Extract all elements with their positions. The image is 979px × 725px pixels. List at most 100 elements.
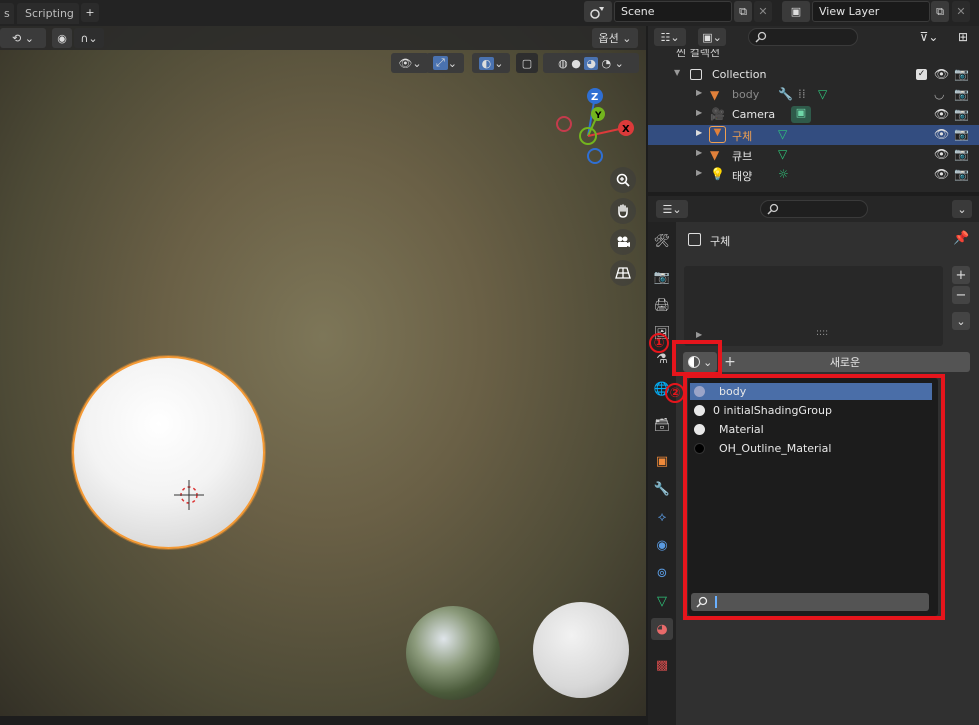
close-scene-icon[interactable]: ✕ xyxy=(754,1,772,22)
new-collection-icon[interactable]: ⊞ xyxy=(953,28,973,46)
filter-icon[interactable]: ⊽⌄ xyxy=(912,28,946,46)
visibility-icon[interactable]: 👁⌄ xyxy=(391,53,429,73)
expand-triangle-icon[interactable]: ▶ xyxy=(696,168,702,177)
gizmo-icon[interactable]: ⤢ ⌄ xyxy=(426,53,464,73)
diffuse-preview-sphere xyxy=(533,602,629,698)
constraints-tab-icon[interactable]: ⊚ xyxy=(651,562,673,584)
search-icon xyxy=(755,31,767,43)
new-material-button[interactable]: 새로운 xyxy=(720,352,970,372)
eye-icon[interactable]: 👁 xyxy=(934,67,949,81)
render-camera-icon[interactable]: 📷 xyxy=(954,67,969,81)
eye-icon[interactable]: 👁 xyxy=(934,167,949,181)
outliner-label: Collection xyxy=(712,68,767,81)
mesh-data-icon: ▽ xyxy=(818,87,828,101)
expand-triangle-icon[interactable]: ▶ xyxy=(696,148,702,157)
solid-shading-icon[interactable]: ● xyxy=(571,57,581,70)
wireframe-shading-icon[interactable]: ◍ xyxy=(558,57,568,70)
selected-sphere-object[interactable] xyxy=(72,356,265,549)
expand-triangle-icon[interactable]: ▶ xyxy=(696,88,702,97)
proportional-edit-icon[interactable]: ◉ xyxy=(52,28,72,48)
rendered-shading-icon[interactable]: ◔ xyxy=(602,57,612,70)
options-chevron-icon[interactable]: ⌄ xyxy=(952,200,972,218)
outliner-row-sun[interactable]: ▶ 💡 태양 ☼ 👁 📷 xyxy=(648,165,979,185)
close-view-layer-icon[interactable]: ✕ xyxy=(952,1,970,22)
outliner-row-sphere[interactable]: ▶ ▼ 구체 ▽ 👁 📷 xyxy=(648,125,979,145)
render-tab-icon[interactable]: 📷 xyxy=(651,266,673,288)
camera-view-icon[interactable] xyxy=(610,229,636,255)
particles-tab-icon[interactable]: ⟡ xyxy=(651,506,673,528)
editor-type-icon[interactable]: ☰⌄ xyxy=(656,200,688,218)
options-dropdown[interactable]: 옵션 ⌄ xyxy=(592,28,638,48)
workspace-tab-scripting[interactable]: Scripting xyxy=(17,3,79,24)
eye-icon[interactable]: 👁 xyxy=(934,147,949,161)
outliner-label: Camera xyxy=(732,108,776,121)
exclude-checkbox[interactable]: ✓ xyxy=(916,69,927,80)
tool-tab-icon[interactable]: 🛠 xyxy=(651,230,673,252)
render-camera-icon[interactable]: 📷 xyxy=(954,167,969,181)
properties-search-input[interactable] xyxy=(760,200,868,218)
scene-selector-icon[interactable] xyxy=(584,1,612,22)
physics-tab-icon[interactable]: ◉ xyxy=(651,534,673,556)
overlay-icon[interactable]: ◐ ⌄ xyxy=(472,53,510,73)
collection-tab-icon[interactable]: 🗃 xyxy=(651,414,673,436)
add-workspace-button[interactable]: + xyxy=(81,3,99,22)
collection-icon xyxy=(690,69,702,80)
view-layer-field[interactable]: View Layer xyxy=(812,1,930,22)
top-bar: s Scripting + Scene ⧉ ✕ ▣ View Layer ⧉ ✕ xyxy=(0,0,979,26)
render-camera-icon[interactable]: 📷 xyxy=(954,87,969,101)
pan-hand-icon[interactable] xyxy=(610,198,636,224)
outliner-label: 큐브 xyxy=(732,150,753,163)
view-layer-icon[interactable]: ▣ xyxy=(782,1,810,22)
viewport-bottom-strip xyxy=(0,716,646,725)
viewport-header: ⟲ ⌄ ◉ ∩⌄ 옵션 ⌄ xyxy=(0,26,646,50)
slot-specials-button[interactable]: ⌄ xyxy=(952,312,970,330)
collapse-triangle-icon[interactable]: ▼ xyxy=(674,68,680,77)
expand-triangle-icon[interactable]: ▶ xyxy=(696,128,702,137)
mesh-data-icon: ▽ xyxy=(778,147,788,161)
outliner-row-cube[interactable]: ▶ ▼ 큐브 ▽ 👁 📷 xyxy=(648,145,979,165)
add-slot-button[interactable]: + xyxy=(952,266,970,284)
eye-icon[interactable]: 👁 xyxy=(934,127,949,141)
falloff-icon[interactable]: ∩⌄ xyxy=(74,28,104,48)
xray-icon[interactable]: ▢ xyxy=(516,53,538,73)
remove-slot-button[interactable]: − xyxy=(952,286,970,304)
shading-mode-group[interactable]: ◍ ● ◕ ◔ ⌄ xyxy=(543,53,639,73)
outliner-row-body[interactable]: ▶ ▼ body 🔧 ⁞⁞ ▽ ◡ 📷 xyxy=(648,85,979,105)
snap-icon[interactable]: ⟲ ⌄ xyxy=(0,28,46,48)
render-camera-icon[interactable]: 📷 xyxy=(954,147,969,161)
outliner-view-icon[interactable]: ▣⌄ xyxy=(698,28,726,46)
outliner-row-camera[interactable]: ▶ 🎥 Camera ▣ 👁 📷 xyxy=(648,105,979,125)
copy-view-layer-icon[interactable]: ⧉ xyxy=(931,1,949,22)
object-tab-icon[interactable]: ▣ xyxy=(651,450,673,472)
pin-icon[interactable]: 📌 xyxy=(953,231,969,246)
expand-triangle-icon[interactable]: ▶ xyxy=(696,108,702,117)
mesh-object-icon: ▼ xyxy=(710,88,720,102)
material-slot-list[interactable]: ▶ :::: xyxy=(684,266,943,346)
annotation-marker-1: ① xyxy=(649,333,669,353)
outliner-search-input[interactable] xyxy=(748,28,858,46)
workspace-tab-partial[interactable]: s xyxy=(0,3,14,24)
new-material-plus-icon[interactable]: + xyxy=(722,352,738,372)
perspective-grid-icon[interactable] xyxy=(610,260,636,286)
material-tab-icon[interactable]: ◕ xyxy=(651,618,673,640)
outliner-display-mode-icon[interactable]: ☷⌄ xyxy=(654,28,686,46)
zoom-icon[interactable] xyxy=(610,167,636,193)
copy-scene-icon[interactable]: ⧉ xyxy=(734,1,752,22)
eye-icon[interactable]: 👁 xyxy=(934,107,949,121)
render-camera-icon[interactable]: 📷 xyxy=(954,107,969,121)
3d-viewport[interactable]: ⟲ ⌄ ◉ ∩⌄ 옵션 ⌄ 👁⌄ ⤢ ⌄ ◐ ⌄ ▢ ◍ ● ◕ ◔ ⌄ Z Y X xyxy=(0,26,646,716)
data-tab-icon[interactable]: ▽ xyxy=(651,590,673,612)
eye-hidden-icon[interactable]: ◡ xyxy=(934,87,944,101)
scene-name-field[interactable]: Scene xyxy=(614,1,732,22)
modifier-tab-icon[interactable]: 🔧 xyxy=(651,478,673,500)
outliner-row-scene-collection[interactable]: 씬 컬렉션 xyxy=(648,49,979,61)
outliner-row-collection[interactable]: ▼ Collection ✓ 👁 📷 xyxy=(648,65,979,85)
render-camera-icon[interactable]: 📷 xyxy=(954,127,969,141)
annotation-box-dropdown xyxy=(683,374,945,620)
texture-tab-icon[interactable]: ▩ xyxy=(651,654,673,676)
3d-cursor-icon xyxy=(174,480,204,510)
output-tab-icon[interactable]: 🖨 xyxy=(651,294,673,316)
list-resize-handle[interactable]: :::: xyxy=(816,328,828,338)
expand-triangle-icon[interactable]: ▶ xyxy=(696,330,702,339)
material-preview-icon[interactable]: ◕ xyxy=(584,56,598,70)
